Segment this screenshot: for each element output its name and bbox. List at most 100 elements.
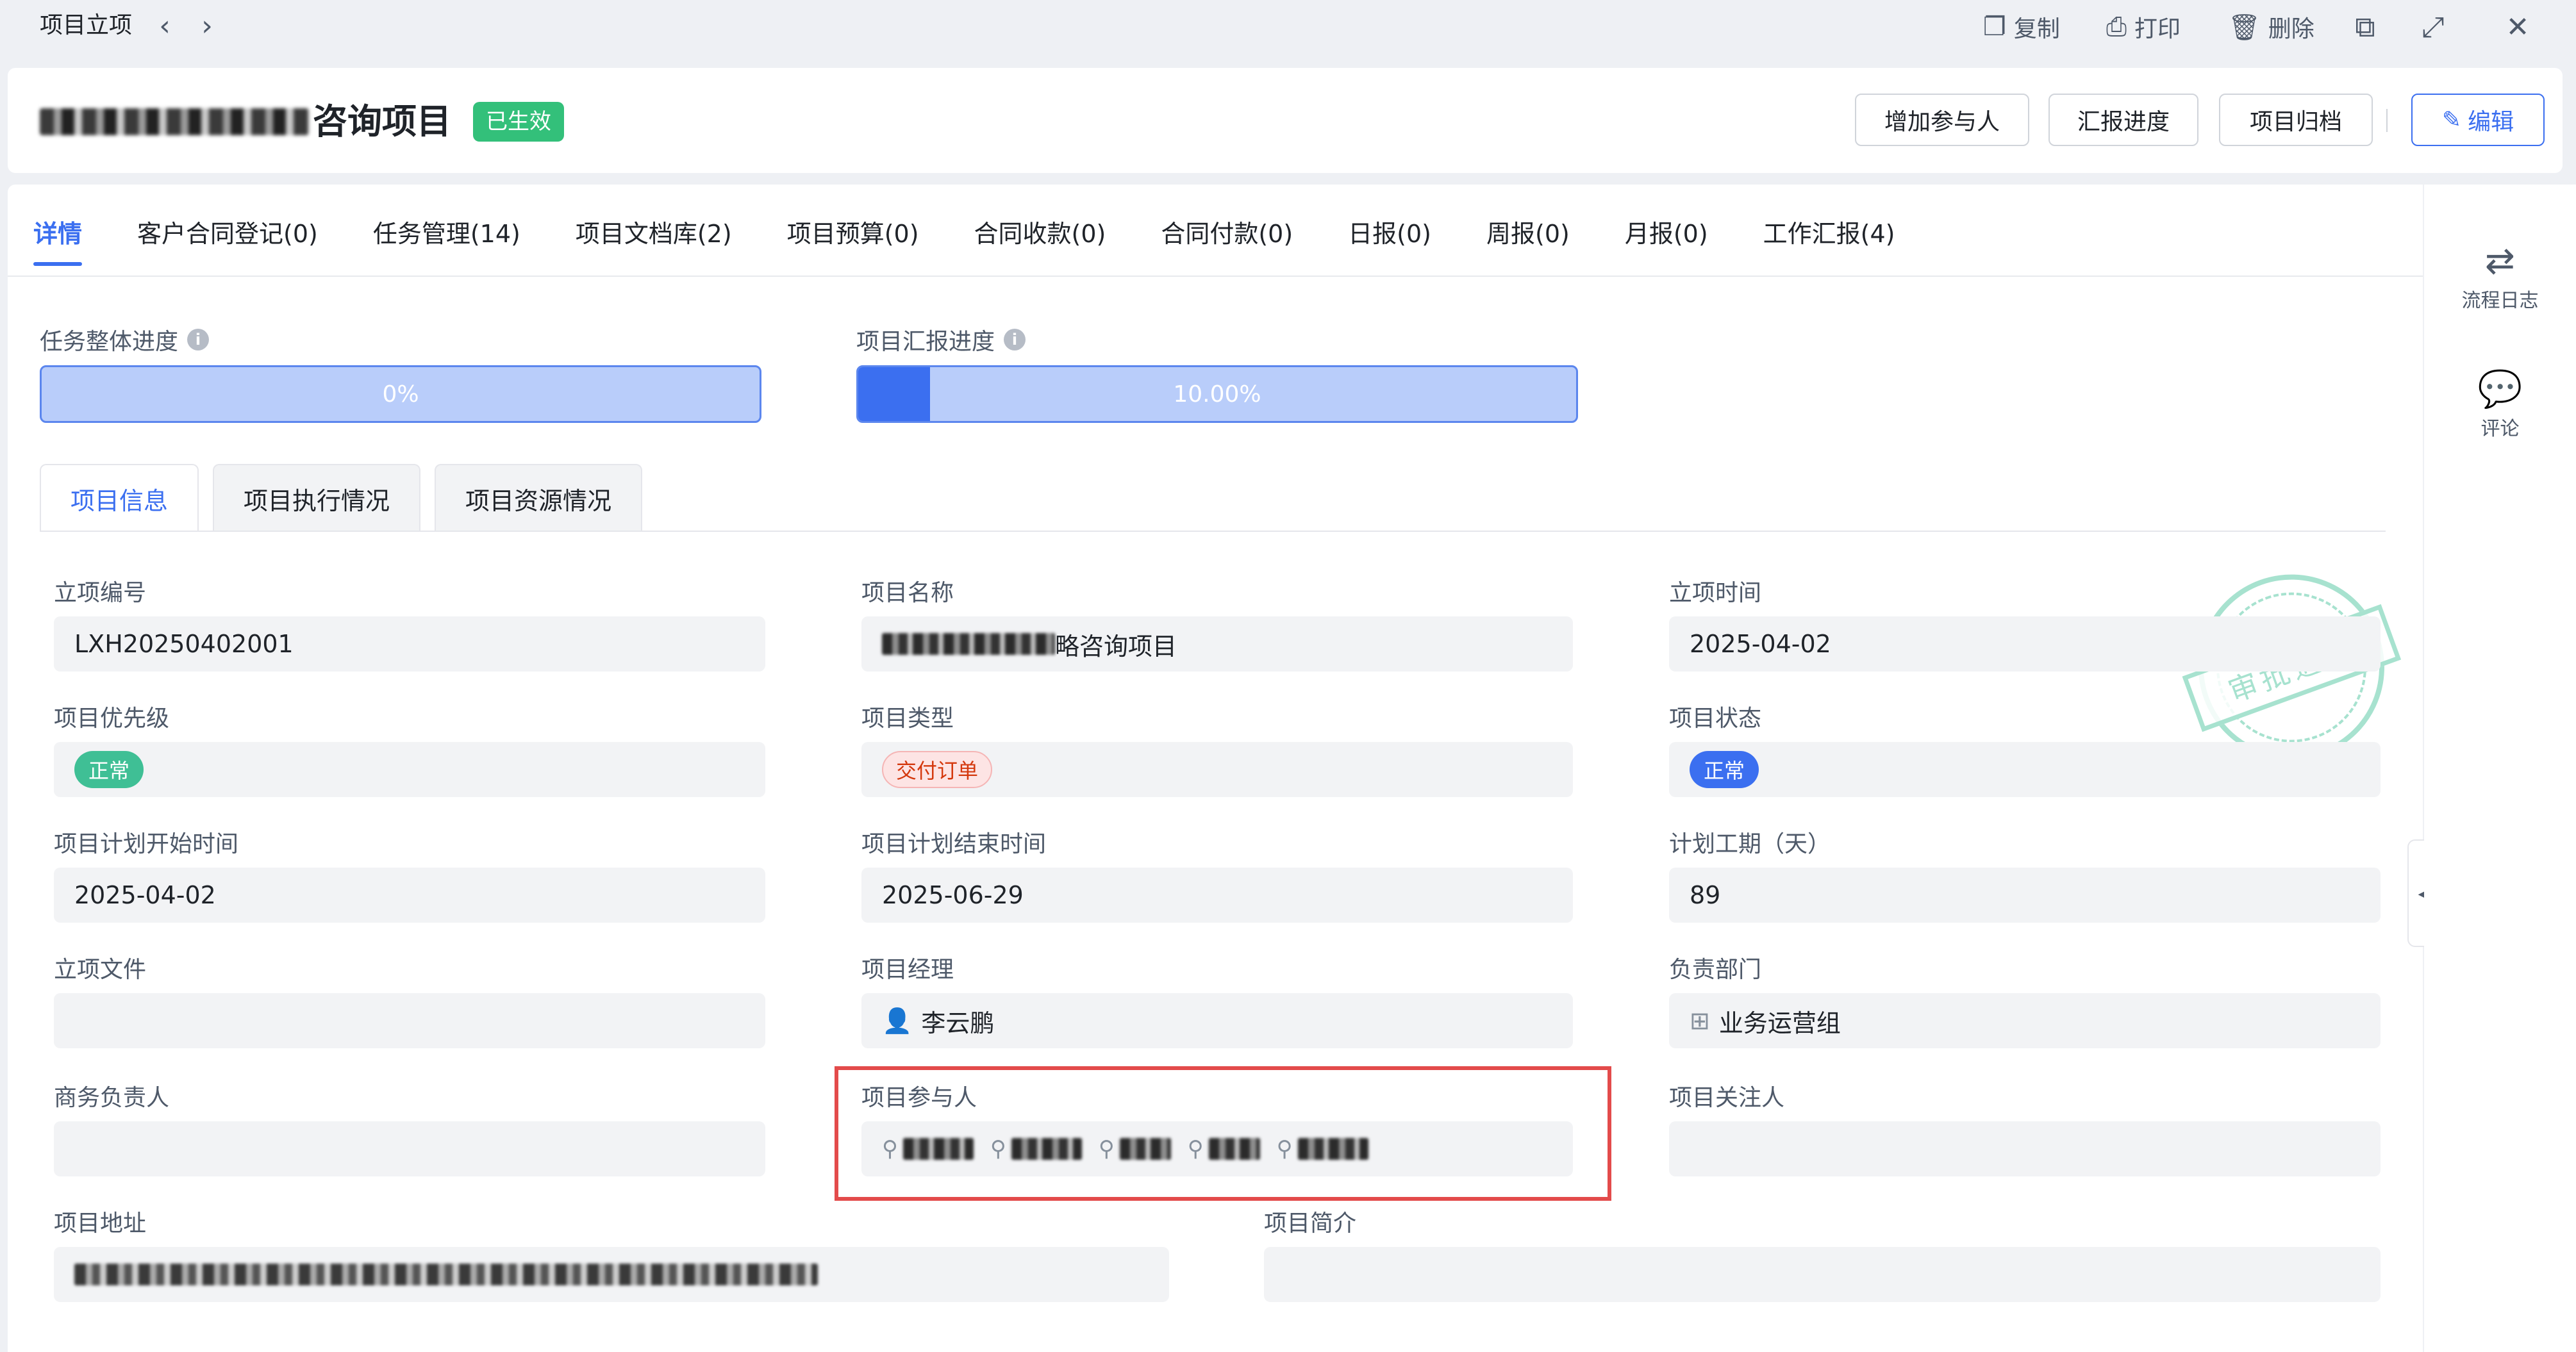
project-name-value: 略咨询项目: [1055, 632, 1177, 661]
page-title: 咨询项目 已生效: [40, 101, 564, 142]
report-progress-button[interactable]: 汇报进度: [2048, 94, 2198, 146]
department-field: ⊞ 业务运营组: [1669, 993, 2381, 1048]
plan-start-label: 项目计划开始时间: [54, 831, 239, 857]
type-field: 交付订单: [861, 742, 1573, 797]
subtab-project-info[interactable]: 项目信息: [40, 464, 199, 532]
delete-button[interactable]: 🗑 删除: [2228, 9, 2314, 45]
comments-button[interactable]: 💬 评论: [2424, 370, 2576, 441]
flow-log-label: 流程日志: [2461, 290, 2539, 312]
tab-contract-payments[interactable]: 合同付款(0): [1161, 214, 1293, 266]
open-external-icon[interactable]: ⧉: [2346, 9, 2384, 45]
status-field: 正常: [1669, 742, 2381, 797]
print-button[interactable]: ⎙ 打印: [2106, 9, 2181, 45]
manager-value: 李云鹏: [921, 1009, 995, 1037]
edit-label: 编辑: [2468, 109, 2514, 135]
intro-label: 项目简介: [1264, 1210, 1357, 1237]
info-icon[interactable]: i: [187, 329, 210, 350]
print-icon: ⎙: [2106, 12, 2127, 42]
tab-details[interactable]: 详情: [33, 214, 83, 266]
back-arrow-icon[interactable]: ‹: [149, 8, 181, 44]
copy-label: 复制: [2013, 16, 2060, 42]
project-no-value: LXH20250402001: [74, 630, 294, 658]
task-progress-label: 任务整体进度 i: [40, 323, 210, 356]
type-tag: 交付订单: [882, 751, 993, 788]
address-label: 项目地址: [54, 1210, 147, 1237]
subtab-execution[interactable]: 项目执行情况: [213, 464, 421, 532]
setup-file-field: [54, 993, 765, 1048]
type-label: 项目类型: [861, 705, 954, 732]
subtab-resources[interactable]: 项目资源情况: [435, 464, 643, 532]
copy-button[interactable]: ❐ 复制: [1983, 9, 2060, 45]
redacted-title-text: [40, 108, 309, 135]
right-sidebar: ⇄ 流程日志 💬 评论: [2424, 185, 2576, 1352]
flow-log-icon: ⇄: [2485, 240, 2515, 282]
tab-weekly-reports[interactable]: 周报(0): [1486, 214, 1570, 266]
status-tag: 正常: [1690, 751, 1759, 788]
tab-documents[interactable]: 项目文档库(2): [576, 214, 732, 266]
task-progress-label-text: 任务整体进度: [40, 329, 179, 355]
duration-field: 89: [1669, 868, 2381, 923]
followers-label: 项目关注人: [1669, 1085, 1785, 1111]
priority-label: 项目优先级: [54, 705, 170, 732]
tab-contract-receipts[interactable]: 合同收款(0): [974, 214, 1106, 266]
tab-bar: 详情 客户合同登记(0) 任务管理(14) 项目文档库(2) 项目预算(0) 合…: [33, 214, 1895, 266]
business-owner-field: [54, 1121, 765, 1176]
address-field: [54, 1247, 1169, 1302]
manager-label: 项目经理: [861, 957, 954, 983]
project-header: 咨询项目 已生效 增加参与人 汇报进度 项目归档 ✎ 编辑: [8, 68, 2563, 173]
comments-label: 评论: [2480, 418, 2520, 440]
project-name-label: 项目名称: [861, 580, 954, 606]
plan-start-field: 2025-04-02: [54, 868, 765, 923]
tab-work-reports[interactable]: 工作汇报(4): [1763, 214, 1895, 266]
task-progress-bar: 0%: [40, 365, 761, 423]
tab-divider: [8, 276, 2423, 277]
sub-tab-bar: 项目信息 项目执行情况 项目资源情况: [40, 464, 643, 532]
department-label: 负责部门: [1669, 957, 1762, 983]
tab-customer-contracts[interactable]: 客户合同登记(0): [137, 214, 318, 266]
setup-time-value: 2025-04-02: [1690, 630, 1831, 658]
project-name-field: 略咨询项目: [861, 616, 1573, 672]
priority-field: 正常: [54, 742, 765, 797]
comment-icon: 💬: [2477, 368, 2523, 410]
breadcrumb: 项目立项: [40, 12, 133, 38]
user-icon: 👤: [882, 1006, 913, 1035]
sub-tab-divider: [40, 531, 2386, 532]
tab-daily-reports[interactable]: 日报(0): [1348, 214, 1431, 266]
tab-tasks[interactable]: 任务管理(14): [373, 214, 520, 266]
status-label: 项目状态: [1669, 705, 1762, 732]
setup-time-field: 2025-04-02: [1669, 616, 2381, 672]
status-badge: 已生效: [473, 102, 564, 142]
intro-field: [1264, 1247, 2381, 1302]
archive-button[interactable]: 项目归档: [2219, 94, 2373, 146]
duration-label: 计划工期（天）: [1669, 831, 1831, 857]
add-participant-button[interactable]: 增加参与人: [1855, 94, 2029, 146]
trash-icon: 🗑: [2228, 12, 2261, 42]
tab-budget[interactable]: 项目预算(0): [787, 214, 919, 266]
plan-end-value: 2025-06-29: [882, 881, 1024, 909]
edit-button[interactable]: ✎ 编辑: [2411, 94, 2545, 146]
setup-file-label: 立项文件: [54, 957, 147, 983]
close-icon[interactable]: ✕: [2498, 9, 2537, 45]
department-value: 业务运营组: [1718, 1009, 1841, 1037]
org-tree-icon: ⊞: [1690, 1007, 1710, 1035]
task-progress-text: 0%: [382, 381, 419, 408]
info-icon[interactable]: i: [1004, 329, 1026, 350]
forward-arrow-icon[interactable]: ›: [191, 8, 223, 44]
flow-log-button[interactable]: ⇄ 流程日志: [2424, 242, 2576, 313]
redacted-name-text: [882, 633, 1055, 655]
followers-field: [1669, 1121, 2381, 1176]
project-no-label: 立项编号: [54, 580, 147, 606]
top-bar: 项目立项 ‹ › ❐ 复制 ⎙ 打印 🗑 删除 ⧉ ⤢ ✕: [0, 0, 2576, 64]
expand-icon[interactable]: ⤢: [2414, 9, 2452, 45]
plan-start-value: 2025-04-02: [74, 881, 216, 909]
copy-icon: ❐: [1983, 12, 2006, 42]
tab-monthly-reports[interactable]: 月报(0): [1625, 214, 1708, 266]
pencil-icon: ✎: [2441, 106, 2462, 133]
report-progress-label-text: 项目汇报进度: [856, 329, 995, 355]
redacted-address-text: [74, 1264, 818, 1285]
delete-label: 删除: [2268, 16, 2314, 42]
priority-tag: 正常: [74, 751, 144, 788]
plan-end-field: 2025-06-29: [861, 868, 1573, 923]
divider: [2386, 109, 2388, 132]
business-owner-label: 商务负责人: [54, 1085, 170, 1111]
